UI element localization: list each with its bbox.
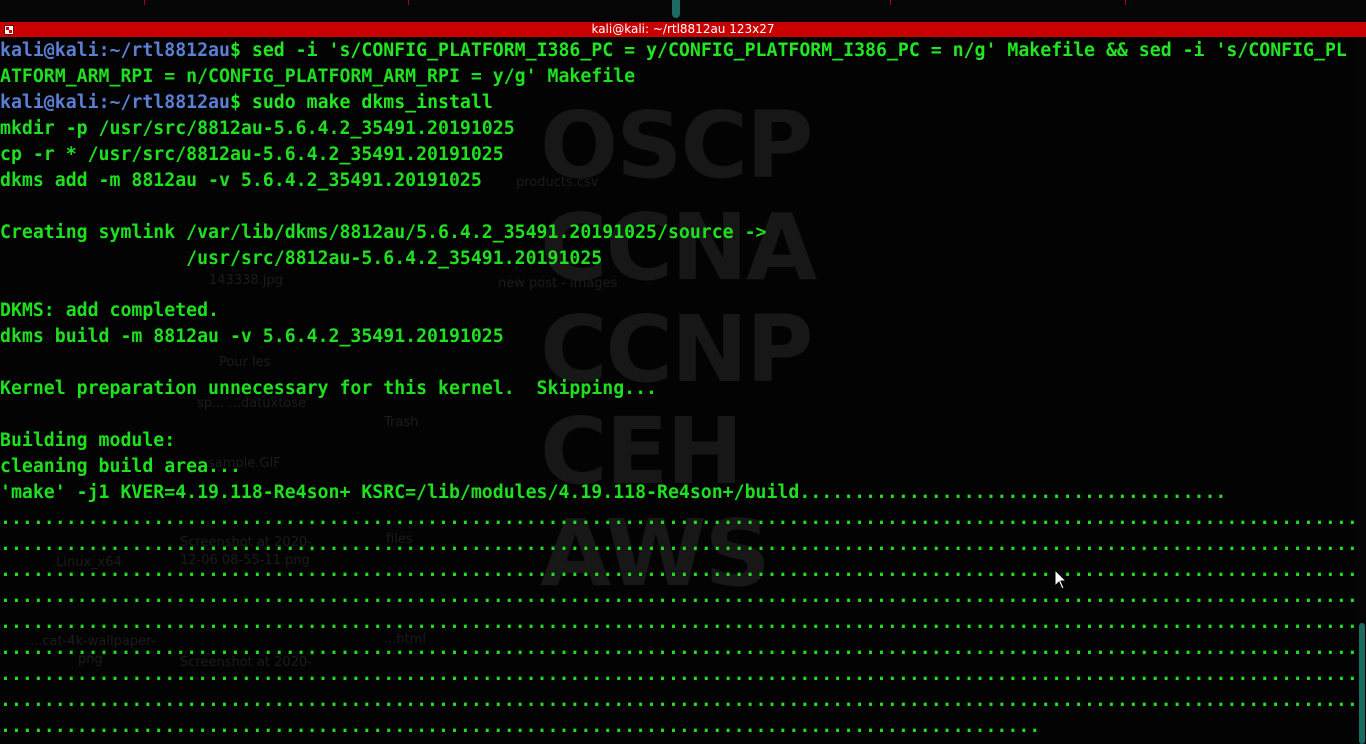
screen: OSCP CCNA CCNP CEH AWS products.csv new … — [0, 0, 1366, 744]
window-title: kali@kali: ~/rtl8812au 123x27 — [591, 22, 775, 36]
progress-dots: ........................................… — [0, 716, 1041, 737]
output-text: DKMS: add completed. — [0, 300, 219, 321]
terminal-output-line: ........................................… — [0, 636, 1358, 662]
terminal-output-line: ........................................… — [0, 714, 1358, 740]
output-text: ........................................… — [0, 508, 1358, 529]
output-text: ........................................… — [0, 638, 1358, 659]
strip-marker — [408, 0, 409, 5]
terminal-output-line: Creating symlink /var/lib/dkms/8812au/5.… — [0, 220, 1358, 246]
panel-strip — [0, 0, 1366, 22]
terminal-output-line: /usr/src/8812au-5.6.4.2_35491.20191025 — [0, 246, 1358, 272]
output-text: /usr/src/8812au-5.6.4.2_35491.20191025 — [0, 248, 603, 269]
prompt-symbol: $ — [229, 40, 241, 61]
output-text: cp -r * /usr/src/8812au-5.6.4.2_35491.20… — [0, 144, 504, 165]
terminal-output-line: cleaning build area... — [0, 454, 1358, 480]
command-text: sudo make dkms_install — [240, 92, 493, 113]
terminal-output-line: ........................................… — [0, 532, 1358, 558]
terminal-output-line: ........................................… — [0, 610, 1358, 636]
terminal-output-line: DKMS: add completed. — [0, 298, 1358, 324]
output-text: ........................................… — [0, 664, 1358, 685]
scrollbar-thumb[interactable] — [1359, 623, 1365, 744]
output-text: ........................................… — [0, 612, 1358, 633]
terminal-output-line: ATFORM_ARM_RPI = n/CONFIG_PLATFORM_ARM_R… — [0, 64, 1358, 90]
terminal-output: kali@kali:~/rtl8812au$ sed -i 's/CONFIG_… — [0, 38, 1358, 740]
terminal-view[interactable]: kali@kali:~/rtl8812au$ sed -i 's/CONFIG_… — [0, 38, 1358, 744]
mouse-pointer-icon — [1054, 569, 1068, 590]
command-text: sed -i 's/CONFIG_PLATFORM_I386_PC = y/CO… — [240, 40, 1347, 61]
terminal-prompt-line: kali@kali:~/rtl8812au$ sed -i 's/CONFIG_… — [0, 38, 1358, 64]
terminal-output-line: Kernel preparation unnecessary for this … — [0, 376, 1358, 402]
output-text: ATFORM_ARM_RPI = n/CONFIG_PLATFORM_ARM_R… — [0, 66, 636, 87]
terminal-title-bar[interactable]: kali@kali: ~/rtl8812au 123x27 — [0, 22, 1366, 37]
output-text: dkms build -m 8812au -v 5.6.4.2_35491.20… — [0, 326, 504, 347]
output-text: dkms add -m 8812au -v 5.6.4.2_35491.2019… — [0, 170, 482, 191]
prompt-path: :~/rtl8812au — [98, 40, 230, 61]
prompt-user-host: kali@kali — [0, 92, 99, 113]
strip-marker — [144, 0, 145, 5]
output-text: Creating symlink /var/lib/dkms/8812au/5.… — [0, 222, 767, 243]
terminal-output-line: ........................................… — [0, 662, 1358, 688]
drop-down-handle[interactable] — [672, 0, 680, 18]
output-text: cleaning build area... — [0, 456, 241, 477]
output-text: 'make' -j1 KVER=4.19.118-Re4son+ KSRC=/l… — [0, 482, 1227, 503]
terminal-output-line: mkdir -p /usr/src/8812au-5.6.4.2_35491.2… — [0, 116, 1358, 142]
prompt-symbol: $ — [229, 92, 241, 113]
terminal-output-line: ........................................… — [0, 688, 1358, 714]
terminal-prompt-line: kali@kali:~/rtl8812au$ sudo make dkms_in… — [0, 90, 1358, 116]
strip-marker — [890, 0, 891, 5]
terminal-output-line: ........................................… — [0, 584, 1358, 610]
output-text: mkdir -p /usr/src/8812au-5.6.4.2_35491.2… — [0, 118, 515, 139]
output-text: Kernel preparation unnecessary for this … — [0, 378, 657, 399]
prompt-user-host: kali@kali — [0, 40, 99, 61]
terminal-output-line: dkms add -m 8812au -v 5.6.4.2_35491.2019… — [0, 168, 1358, 194]
strip-marker — [1125, 0, 1126, 5]
terminal-output-line: dkms build -m 8812au -v 5.6.4.2_35491.20… — [0, 324, 1358, 350]
output-text: ........................................… — [0, 534, 1358, 555]
terminal-output-line: cp -r * /usr/src/8812au-5.6.4.2_35491.20… — [0, 142, 1358, 168]
terminal-output-line: ........................................… — [0, 558, 1358, 584]
prompt-path: :~/rtl8812au — [98, 92, 230, 113]
output-text: ........................................… — [0, 560, 1358, 581]
output-text: ........................................… — [0, 690, 1358, 711]
terminal-output-line: ........................................… — [0, 506, 1358, 532]
output-text: Building module: — [0, 430, 176, 451]
terminal-output-line: Building module: — [0, 428, 1358, 454]
terminal-output-line: 'make' -j1 KVER=4.19.118-Re4son+ KSRC=/l… — [0, 480, 1358, 506]
output-text: ........................................… — [0, 586, 1358, 607]
terminal-scrollbar[interactable] — [1358, 38, 1366, 744]
